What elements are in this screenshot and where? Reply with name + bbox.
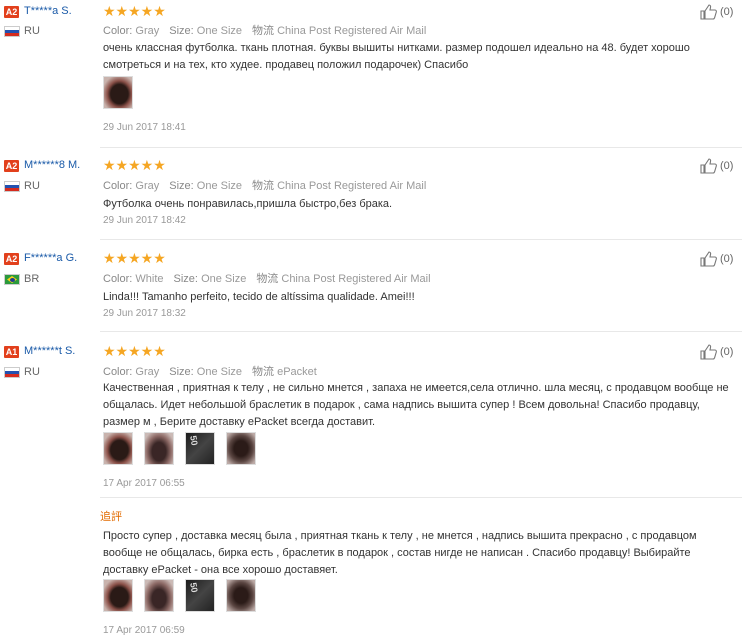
order-attributes: Color: Gray Size: One Size 物流 ePacket — [103, 363, 317, 379]
helpful-button[interactable]: (0) — [700, 251, 733, 267]
color-value: Gray — [135, 25, 160, 37]
color-label: Color: — [103, 180, 133, 192]
color-value: Gray — [135, 366, 160, 378]
reviewer-country: BR — [24, 273, 40, 285]
followup-text: Просто супер , доставка месяц была , при… — [103, 530, 697, 576]
country-flag-icon — [4, 26, 20, 37]
review-photos — [103, 76, 133, 109]
size-value: One Size — [196, 25, 243, 37]
review-text: очень классная футболка. ткань плотная. … — [103, 42, 690, 71]
shipping-label: 物流 — [256, 273, 279, 285]
color-label: Color: — [103, 273, 133, 285]
size-label: Size: — [169, 25, 194, 37]
size-value: One Size — [196, 180, 243, 192]
reviewer-name[interactable]: T*****a S. — [24, 5, 72, 17]
buyer-level-badge: A2 — [4, 6, 19, 18]
reviewer-name[interactable]: M******8 M. — [24, 159, 80, 171]
buyer-level-badge: A1 — [4, 346, 19, 358]
color-label: Color: — [103, 366, 133, 378]
shipping-value: China Post Registered Air Mail — [281, 273, 431, 285]
size-label: Size: — [169, 180, 194, 192]
buyer-level-badge: A2 — [4, 160, 19, 172]
order-attributes: Color: Gray Size: One Size 物流 China Post R… — [103, 177, 426, 193]
review-photo[interactable] — [144, 579, 174, 612]
followup-photos: 50 — [103, 579, 256, 612]
divider — [100, 147, 742, 148]
helpful-count: (0) — [720, 253, 734, 265]
size-label: Size: — [169, 366, 194, 378]
shipping-value: China Post Registered Air Mail — [277, 180, 427, 192]
reviewer-country: RU — [24, 25, 40, 37]
thumbs-up-icon — [700, 158, 717, 174]
reviewer-name[interactable]: F******a G. — [24, 252, 77, 264]
size-label: Size: — [173, 273, 198, 285]
size-value: One Size — [196, 366, 243, 378]
review-photos: 50 — [103, 432, 256, 465]
helpful-button[interactable]: (0) — [700, 4, 733, 20]
color-value: White — [135, 273, 164, 285]
review-text: Linda!!! Tamanho perfeito, tecido de alt… — [103, 291, 415, 303]
thumbs-up-icon — [700, 4, 717, 20]
helpful-button[interactable]: (0) — [700, 158, 733, 174]
reviewer-country: RU — [24, 366, 40, 378]
review-date: 29 Jun 2017 18:41 — [103, 122, 186, 133]
country-flag-icon — [4, 181, 20, 192]
thumbs-up-icon — [700, 344, 717, 360]
review-photo[interactable] — [226, 579, 256, 612]
rating-stars: ★★★★★ — [103, 343, 166, 359]
shipping-label: 物流 — [252, 366, 275, 378]
review-photo[interactable] — [226, 432, 256, 465]
rating-stars: ★★★★★ — [103, 3, 166, 19]
order-attributes: Color: Gray Size: One Size 物流 China Post R… — [103, 22, 426, 38]
rating-stars: ★★★★★ — [103, 157, 166, 173]
review-photo[interactable] — [103, 432, 133, 465]
size-value: One Size — [201, 273, 247, 285]
helpful-count: (0) — [720, 6, 734, 18]
review-photo[interactable] — [103, 579, 133, 612]
helpful-button[interactable]: (0) — [700, 344, 733, 360]
review-text: Футболка очень понравилась,пришла быстро… — [103, 198, 393, 210]
review-date: 17 Apr 2017 06:55 — [103, 478, 185, 489]
review-photo[interactable] — [144, 432, 174, 465]
shipping-value: ePacket — [277, 366, 317, 378]
divider — [100, 239, 742, 240]
review-photo[interactable] — [103, 76, 133, 109]
helpful-count: (0) — [720, 346, 734, 358]
reviewer-name[interactable]: M******t S. — [24, 345, 75, 357]
order-attributes: Color: White Size: One Size 物流 China Post … — [103, 270, 431, 286]
followup-divider — [100, 497, 742, 498]
shipping-value: China Post Registered Air Mail — [277, 25, 427, 37]
divider — [100, 331, 742, 332]
helpful-count: (0) — [720, 160, 734, 172]
rating-stars: ★★★★★ — [103, 250, 166, 266]
review-text: Качественная , приятная к телу , не силь… — [103, 382, 729, 428]
shipping-label: 物流 — [252, 25, 275, 37]
color-value: Gray — [135, 180, 160, 192]
buyer-level-badge: A2 — [4, 253, 19, 265]
country-flag-icon — [4, 367, 20, 378]
review-photo[interactable]: 50 — [185, 579, 215, 612]
country-flag-icon — [4, 274, 20, 285]
reviewer-country: RU — [24, 180, 40, 192]
color-label: Color: — [103, 25, 133, 37]
followup-date: 17 Apr 2017 06:59 — [103, 625, 185, 636]
review-date: 29 Jun 2017 18:42 — [103, 215, 186, 226]
followup-label: 追評 — [100, 511, 122, 523]
review-date: 29 Jun 2017 18:32 — [103, 308, 186, 319]
shipping-label: 物流 — [252, 180, 275, 192]
thumbs-up-icon — [700, 251, 717, 267]
review-photo[interactable]: 50 — [185, 432, 215, 465]
